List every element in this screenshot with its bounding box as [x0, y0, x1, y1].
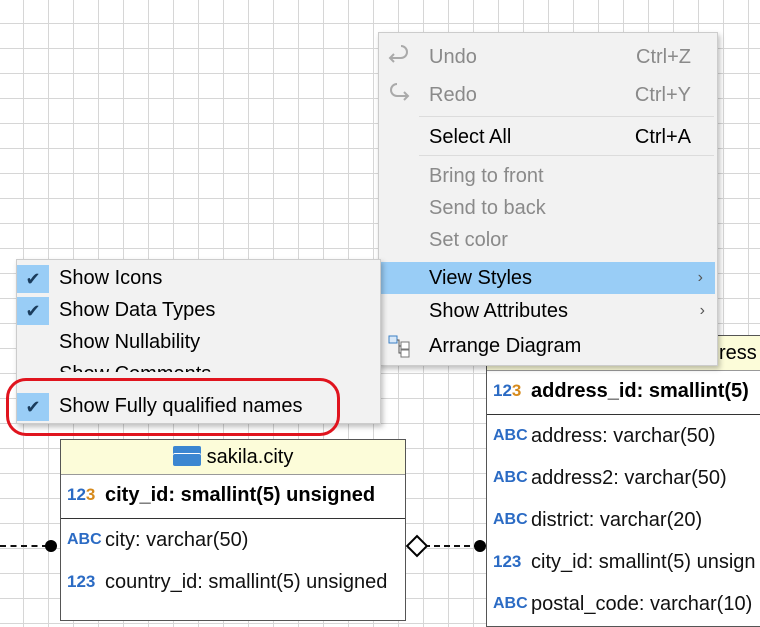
relationship-diamond — [405, 534, 429, 558]
menu-item-set-color[interactable]: Set color — [379, 224, 717, 256]
column-row[interactable]: ABC postal_code: varchar(10) — [487, 583, 760, 625]
relationship-line-right — [424, 545, 480, 547]
relationship-line-left — [0, 545, 48, 547]
menu-separator — [419, 155, 714, 156]
column-row[interactable]: 123 country_id: smallint(5) unsigned — [61, 561, 405, 603]
table-header[interactable]: sakila.city — [61, 440, 405, 475]
numeric-key-icon: 123 — [493, 381, 522, 400]
numeric-fk-icon: 123 — [493, 552, 522, 571]
arrange-diagram-icon — [388, 335, 410, 358]
column-row[interactable]: ABC address2: varchar(50) — [487, 457, 760, 499]
chevron-right-icon: › — [697, 269, 703, 286]
relationship-end-dot — [474, 540, 486, 552]
redo-icon — [390, 83, 410, 101]
text-type-icon: ABC — [493, 511, 528, 528]
primary-key-row[interactable]: 123 city_id: smallint(5) unsigned — [61, 475, 405, 519]
menu-item-show-icons[interactable]: ✔ Show Icons — [17, 262, 380, 294]
menu-item-show-nullability[interactable]: Show Nullability — [17, 326, 380, 358]
text-type-icon: ABC — [493, 427, 528, 444]
column-row[interactable]: ABC address: varchar(50) — [487, 415, 760, 457]
menu-separator — [419, 116, 714, 117]
relationship-end-dot — [45, 540, 57, 552]
text-type-icon: ABC — [493, 469, 528, 486]
chevron-right-icon: › — [699, 302, 705, 319]
highlight-callout — [6, 378, 340, 436]
numeric-fk-icon: 123 — [67, 572, 96, 591]
column-row[interactable]: 123 city_id: smallint(5) unsign — [487, 541, 760, 583]
menu-item-send-to-back[interactable]: Send to back — [379, 192, 717, 224]
check-icon: ✔ — [17, 265, 49, 293]
table-title: ress — [719, 342, 757, 364]
check-icon: ✔ — [17, 297, 49, 325]
table-icon — [172, 445, 201, 466]
numeric-key-icon: 123 — [67, 485, 96, 504]
menu-item-show-attributes[interactable]: Show Attributes › — [379, 295, 717, 327]
primary-key-row[interactable]: 123 address_id: smallint(5) — [487, 371, 760, 415]
column-row[interactable]: ABC city: varchar(50) — [61, 519, 405, 561]
menu-item-view-styles[interactable]: View Styles › — [381, 262, 715, 294]
text-type-icon: ABC — [67, 531, 102, 548]
context-menu: Undo Ctrl+Z Redo Ctrl+Y Select All Ctrl+… — [378, 32, 718, 366]
menu-item-arrange-diagram[interactable]: Arrange Diagram — [379, 330, 717, 362]
column-row[interactable]: ABC district: varchar(20) — [487, 499, 760, 541]
menu-item-redo[interactable]: Redo Ctrl+Y — [379, 79, 717, 111]
address-table[interactable]: ress 123 address_id: smallint(5) ABC addr… — [486, 335, 760, 627]
menu-item-show-comments[interactable]: Show Comments — [17, 358, 380, 372]
menu-item-bring-to-front[interactable]: Bring to front — [379, 160, 717, 192]
menu-item-select-all[interactable]: Select All Ctrl+A — [379, 121, 717, 153]
table-title: sakila.city — [206, 446, 294, 468]
menu-item-show-data-types[interactable]: ✔ Show Data Types — [17, 294, 380, 326]
undo-icon — [388, 45, 408, 63]
city-table[interactable]: sakila.city 123 city_id: smallint(5) uns… — [60, 439, 406, 621]
menu-item-undo[interactable]: Undo Ctrl+Z — [379, 41, 717, 73]
text-type-icon: ABC — [493, 595, 528, 612]
